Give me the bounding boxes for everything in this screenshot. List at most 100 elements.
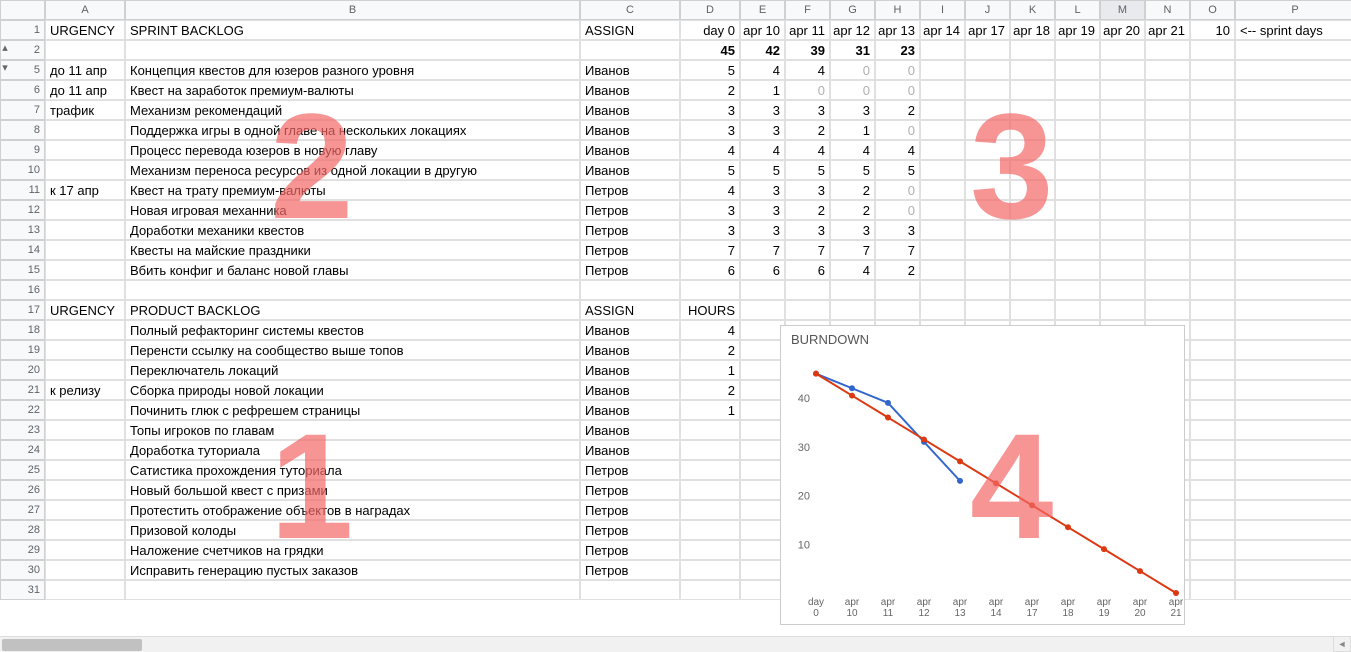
cell[interactable] [45, 200, 125, 220]
cell[interactable] [1010, 60, 1055, 80]
row-header[interactable]: 8 [0, 120, 45, 140]
row-header[interactable]: 5▾ [0, 60, 45, 80]
cell[interactable] [1145, 300, 1190, 320]
cell[interactable] [1010, 40, 1055, 60]
cell[interactable]: 4 [830, 140, 875, 160]
row-header[interactable]: 1 [0, 20, 45, 40]
cell[interactable]: 4 [740, 140, 785, 160]
col-header-O[interactable]: O [1190, 0, 1235, 20]
cell[interactable] [1100, 60, 1145, 80]
cell[interactable] [1055, 40, 1100, 60]
cell[interactable] [965, 160, 1010, 180]
cell[interactable] [1235, 400, 1351, 420]
row-header[interactable]: 28 [0, 520, 45, 540]
cell[interactable] [920, 280, 965, 300]
cell[interactable]: Иванов [580, 140, 680, 160]
cell[interactable]: 0 [875, 80, 920, 100]
cell[interactable] [1145, 220, 1190, 240]
cell[interactable] [1100, 100, 1145, 120]
cell[interactable]: Механизм рекомендаций [125, 100, 580, 120]
cell[interactable] [920, 220, 965, 240]
cell[interactable]: Иванов [580, 340, 680, 360]
row-header[interactable]: 15 [0, 260, 45, 280]
cell[interactable] [740, 440, 785, 460]
cell[interactable] [740, 500, 785, 520]
cell[interactable]: 5 [785, 160, 830, 180]
cell[interactable] [1235, 560, 1351, 580]
cell[interactable] [1235, 460, 1351, 480]
cell[interactable]: трафик [45, 100, 125, 120]
cell[interactable] [965, 140, 1010, 160]
cell[interactable] [1190, 160, 1235, 180]
cell[interactable] [965, 280, 1010, 300]
cell[interactable]: Иванов [580, 60, 680, 80]
cell[interactable] [920, 180, 965, 200]
cell[interactable]: 3 [680, 120, 740, 140]
cell[interactable]: Квест на трату премиум-валюты [125, 180, 580, 200]
row-header[interactable]: 25 [0, 460, 45, 480]
cell[interactable] [1235, 220, 1351, 240]
col-header-L[interactable]: L [1055, 0, 1100, 20]
cell[interactable] [1010, 220, 1055, 240]
cell[interactable] [45, 540, 125, 560]
cell[interactable] [965, 80, 1010, 100]
cell[interactable]: Петров [580, 180, 680, 200]
row-header[interactable]: 18 [0, 320, 45, 340]
cell[interactable]: 0 [830, 60, 875, 80]
cell[interactable] [45, 580, 125, 600]
cell[interactable] [1145, 160, 1190, 180]
cell[interactable] [1190, 320, 1235, 340]
cell[interactable]: Петров [580, 560, 680, 580]
cell[interactable]: до 11 апр [45, 60, 125, 80]
cell[interactable]: Починить глюк с рефрешем страницы [125, 400, 580, 420]
cell[interactable]: 2 [875, 100, 920, 120]
cell[interactable] [740, 540, 785, 560]
cell[interactable]: Петров [580, 240, 680, 260]
cell[interactable] [1190, 340, 1235, 360]
cell[interactable]: 2 [830, 200, 875, 220]
cell[interactable] [1190, 140, 1235, 160]
cell[interactable] [1100, 280, 1145, 300]
cell[interactable] [45, 260, 125, 280]
collapse-up-icon[interactable]: ▴ [0, 41, 10, 59]
cell[interactable]: 3 [740, 120, 785, 140]
cell[interactable] [1190, 260, 1235, 280]
cell[interactable] [1100, 300, 1145, 320]
cell[interactable] [1055, 80, 1100, 100]
cell[interactable] [1190, 520, 1235, 540]
cell[interactable] [1145, 100, 1190, 120]
cell[interactable] [1235, 360, 1351, 380]
cell[interactable]: Исправить генерацию пустых заказов [125, 560, 580, 580]
cell[interactable] [1235, 440, 1351, 460]
cell[interactable] [45, 400, 125, 420]
cell[interactable] [1190, 180, 1235, 200]
cell[interactable] [1235, 520, 1351, 540]
cell[interactable]: Иванов [580, 420, 680, 440]
cell[interactable]: Механизм переноса ресурсов из одной лока… [125, 160, 580, 180]
cell[interactable] [1100, 120, 1145, 140]
row-header[interactable]: 31 [0, 580, 45, 600]
row-header[interactable]: 19 [0, 340, 45, 360]
cell[interactable] [740, 380, 785, 400]
cell[interactable] [740, 520, 785, 540]
cell[interactable]: ASSIGN [580, 20, 680, 40]
cell[interactable] [920, 120, 965, 140]
cell[interactable]: 5 [740, 160, 785, 180]
cell[interactable] [125, 580, 580, 600]
cell[interactable]: 7 [875, 240, 920, 260]
cell[interactable] [965, 220, 1010, 240]
row-header[interactable]: 26 [0, 480, 45, 500]
cell[interactable]: 1 [740, 80, 785, 100]
row-header[interactable]: 7 [0, 100, 45, 120]
row-header[interactable]: 21 [0, 380, 45, 400]
cell[interactable] [1010, 160, 1055, 180]
cell[interactable] [1235, 200, 1351, 220]
cell[interactable] [680, 500, 740, 520]
cell[interactable] [1100, 80, 1145, 100]
cell[interactable] [45, 480, 125, 500]
cell[interactable] [1010, 80, 1055, 100]
cell[interactable]: Переключатель локаций [125, 360, 580, 380]
cell[interactable]: Иванов [580, 400, 680, 420]
row-header[interactable]: 6 [0, 80, 45, 100]
cell[interactable]: Иванов [580, 380, 680, 400]
